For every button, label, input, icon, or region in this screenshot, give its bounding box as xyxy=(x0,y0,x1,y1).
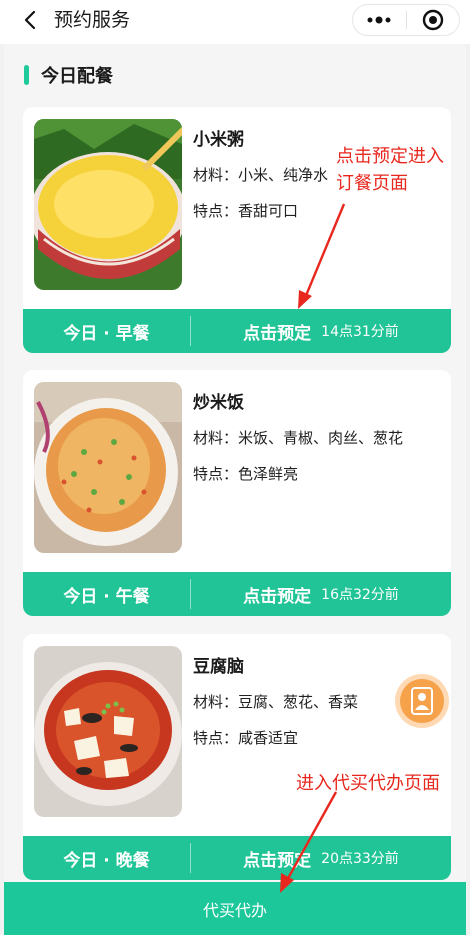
card-footer: 今日 · 晚餐 点击预定 20点33分前 xyxy=(23,836,451,880)
features-value: 色泽鲜亮 xyxy=(238,465,299,483)
section-title: 今日配餐 xyxy=(41,66,113,87)
order-deadline: 16点32分前 xyxy=(321,587,399,603)
order-deadline: 14点31分前 xyxy=(321,324,399,340)
annotation-order-note-1: 点击预定进入 xyxy=(336,146,444,167)
meal-time-label: 今日 · 晚餐 xyxy=(63,850,150,871)
more-dots-icon[interactable] xyxy=(353,5,406,35)
materials-line: 材料：小米、纯净水 xyxy=(193,164,328,185)
order-button-label: 点击预定 xyxy=(243,323,312,344)
features-value: 香甜可口 xyxy=(238,202,299,220)
order-button-label: 点击预定 xyxy=(243,586,312,607)
order-button[interactable]: 点击预定 16点32分前 xyxy=(191,582,451,607)
food-name: 豆腐脑 xyxy=(193,657,244,677)
proxy-purchase-button[interactable]: 代买代办 xyxy=(4,882,466,935)
materials-label: 材料： xyxy=(193,429,239,447)
features-label: 特点： xyxy=(193,729,239,747)
meal-card-dinner: 豆腐脑 材料：豆腐、葱花、香菜 特点：咸香适宜 今日 · 晚餐 点击预定 20点… xyxy=(23,634,451,880)
meal-time-label: 今日 · 午餐 xyxy=(63,586,150,607)
features-label: 特点： xyxy=(193,202,239,220)
floating-service-button[interactable] xyxy=(395,674,449,728)
features-line: 特点：色泽鲜亮 xyxy=(193,463,298,484)
materials-line: 材料：米饭、青椒、肉丝、葱花 xyxy=(193,427,403,448)
card-footer: 今日 · 午餐 点击预定 16点32分前 xyxy=(23,572,451,616)
fried-rice-image xyxy=(34,382,182,553)
materials-label: 材料： xyxy=(193,693,239,711)
meal-card-lunch: 炒米饭 材料：米饭、青椒、肉丝、葱花 特点：色泽鲜亮 今日 · 午餐 点击预定 … xyxy=(23,370,451,616)
features-line: 特点：咸香适宜 xyxy=(193,727,298,748)
service-person-icon xyxy=(400,679,444,723)
features-label: 特点： xyxy=(193,465,239,483)
target-circle-icon[interactable] xyxy=(406,5,459,35)
page-title: 预约服务 xyxy=(54,9,131,31)
section-header: 今日配餐 xyxy=(24,64,113,87)
order-button-label: 点击预定 xyxy=(243,850,312,871)
food-name: 小米粥 xyxy=(193,130,244,150)
order-button[interactable]: 点击预定 14点31分前 xyxy=(191,319,451,344)
millet-porridge-image xyxy=(34,119,182,290)
materials-value: 米饭、青椒、肉丝、葱花 xyxy=(238,429,404,447)
card-footer: 今日 · 早餐 点击预定 14点31分前 xyxy=(23,309,451,353)
materials-value: 豆腐、葱花、香菜 xyxy=(238,693,359,711)
chevron-left-icon[interactable] xyxy=(20,9,40,31)
features-line: 特点：香甜可口 xyxy=(193,200,298,221)
food-name: 炒米饭 xyxy=(193,393,244,413)
proxy-purchase-label: 代买代办 xyxy=(202,900,267,920)
navigation-bar: 预约服务 xyxy=(0,0,470,44)
mini-program-capsule xyxy=(352,4,460,36)
order-button[interactable]: 点击预定 20点33分前 xyxy=(191,846,451,871)
features-value: 咸香适宜 xyxy=(238,729,299,747)
order-deadline: 20点33分前 xyxy=(321,851,399,867)
materials-label: 材料： xyxy=(193,166,239,184)
materials-line: 材料：豆腐、葱花、香菜 xyxy=(193,691,358,712)
section-accent-bar xyxy=(24,65,29,85)
annotation-proxy-note: 进入代买代办页面 xyxy=(296,773,440,794)
materials-value: 小米、纯净水 xyxy=(238,166,329,184)
annotation-order-note-2: 订餐页面 xyxy=(336,173,408,194)
meal-time-label: 今日 · 早餐 xyxy=(63,323,150,344)
tofu-pudding-image xyxy=(34,646,182,817)
